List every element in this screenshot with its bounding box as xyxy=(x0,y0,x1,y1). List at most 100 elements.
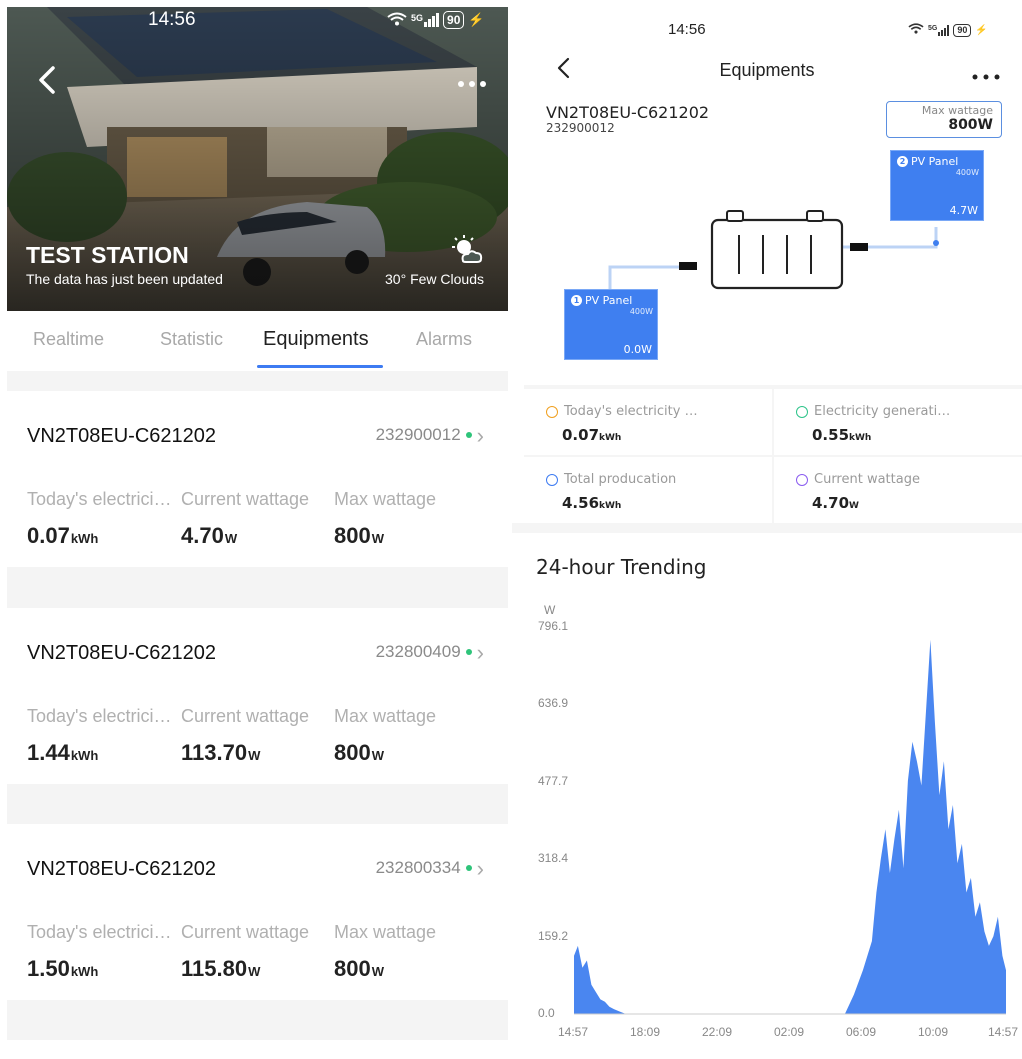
current-wattage-label: Current wattage xyxy=(181,489,310,509)
today-electricity-value: 0.07kWh xyxy=(27,523,98,549)
tab-realtime[interactable]: Realtime xyxy=(33,329,104,350)
chevron-left-icon xyxy=(39,66,55,94)
panel-name-text: PV Panel xyxy=(911,155,959,168)
equipment-card[interactable]: VN2T08EU-C621202 232800334 › Today's ele… xyxy=(7,824,508,1000)
inverter-icon xyxy=(710,210,844,290)
today-electricity-value: 1.44kWh xyxy=(27,740,98,766)
more-button[interactable] xyxy=(457,75,487,93)
tab-bar: Realtime Statistic Equipments Alarms xyxy=(7,311,508,371)
stat-label-row: Electricity generati… xyxy=(796,404,950,419)
stat-label: Current wattage xyxy=(814,472,920,487)
today-electricity-label: Today's electrici… xyxy=(27,922,172,942)
wifi-icon xyxy=(908,23,924,37)
value-number: 4.56 xyxy=(562,494,600,512)
back-button[interactable] xyxy=(37,65,57,100)
current-wattage-label: Current wattage xyxy=(181,922,310,942)
connector-1 xyxy=(679,262,697,270)
pv-panel-name: 2 PV Panel xyxy=(897,155,958,168)
pv-panel-1[interactable]: 1 PV Panel 400W 0.0W xyxy=(564,289,658,360)
current-wattage-value: 4.70W xyxy=(181,523,237,549)
pv-panel-value: 0.0W xyxy=(623,343,652,356)
equipment-serial-row: 232800409 › xyxy=(375,641,484,663)
online-status-dot xyxy=(465,649,472,655)
signal-icon: 5G xyxy=(928,24,950,36)
network-label: 5G xyxy=(928,24,938,32)
stat-electricity-generation: Electricity generati… 0.55kWh xyxy=(774,389,1022,455)
today-electricity-label: Today's electrici… xyxy=(27,489,172,509)
equipment-model: VN2T08EU-C621202 xyxy=(27,642,216,664)
status-icons: 5G 90 ⚡ xyxy=(387,11,485,29)
pv-panel-2[interactable]: 2 PV Panel 400W 4.7W xyxy=(890,150,984,221)
stat-label-row: Total producation xyxy=(546,472,676,487)
panel-index-badge: 1 xyxy=(571,295,582,306)
value-unit: kWh xyxy=(599,433,622,443)
junction-dot xyxy=(933,240,939,246)
more-button[interactable] xyxy=(972,67,1000,85)
station-screen: 14:56 5G 90 ⚡ TEST STATION The data has … xyxy=(7,7,508,1059)
sun-icon xyxy=(546,405,558,418)
equipment-model: VN2T08EU-C621202 xyxy=(27,858,216,880)
status-icons: 5G 90 ⚡ xyxy=(908,23,988,37)
value-number: 1.50 xyxy=(27,956,70,981)
equipment-serial: 232800409 xyxy=(375,642,461,661)
stat-total-production: Total producation 4.56kWh xyxy=(524,457,772,523)
equipment-detail-screen: 14:56 5G 90 ⚡ Equipments VN2T08EU-C62120… xyxy=(512,7,1022,1059)
device-model: VN2T08EU-C621202 xyxy=(546,103,710,122)
equipment-card[interactable]: VN2T08EU-C621202 232900012 › Today's ele… xyxy=(7,391,508,567)
pv-panel-rated: 400W xyxy=(955,168,979,177)
value-unit: kWh xyxy=(70,964,99,979)
value-number: 800 xyxy=(334,740,371,765)
value-unit: W xyxy=(248,964,261,979)
charging-icon: ⚡ xyxy=(468,12,485,27)
equipment-serial: 232900012 xyxy=(375,425,461,444)
stat-current-wattage: Current wattage 4.70W xyxy=(774,457,1022,523)
stat-today-electricity: Today's electricity … 0.07kWh xyxy=(524,389,772,455)
pv-panel-name: 1 PV Panel xyxy=(571,294,632,307)
status-time: 14:56 xyxy=(668,21,706,38)
battery-indicator: 90 xyxy=(443,11,465,29)
panel-name-text: PV Panel xyxy=(585,294,633,307)
weather-text: 30° Few Clouds xyxy=(385,271,484,287)
value-number: 0.07 xyxy=(27,523,70,548)
active-tab-indicator xyxy=(257,365,383,368)
equipment-serial: 232800334 xyxy=(375,858,461,877)
value-number: 4.70 xyxy=(812,494,850,512)
tab-statistic[interactable]: Statistic xyxy=(160,329,223,350)
value-unit: W xyxy=(371,748,384,763)
signal-icon: 5G xyxy=(411,13,440,27)
current-wattage-value: 113.70W xyxy=(181,740,260,766)
value-number: 113.70 xyxy=(181,740,248,765)
trend-title: 24-hour Trending xyxy=(536,555,707,579)
value-number: 800 xyxy=(334,956,371,981)
max-wattage-label: Max wattage xyxy=(334,489,437,509)
equipment-serial-row: 232900012 › xyxy=(375,422,484,448)
value-number: 4.70 xyxy=(181,523,224,548)
pv-panel-rated: 400W xyxy=(629,307,653,316)
stat-label-row: Current wattage xyxy=(796,472,920,487)
value-unit: W xyxy=(849,501,859,511)
max-wattage-value: 800W xyxy=(948,117,993,133)
chevron-right-icon: › xyxy=(476,422,484,448)
value-unit: W xyxy=(371,964,384,979)
value-unit: W xyxy=(248,748,261,763)
section-divider xyxy=(512,523,1022,533)
stat-value: 0.07kWh xyxy=(562,426,621,444)
tab-alarms[interactable]: Alarms xyxy=(416,329,472,350)
charging-icon: ⚡ xyxy=(975,24,988,36)
stat-label: Electricity generati… xyxy=(814,404,951,419)
equipment-card[interactable]: VN2T08EU-C621202 232800409 › Today's ele… xyxy=(7,608,508,784)
tab-equipments[interactable]: Equipments xyxy=(263,328,369,351)
stats-grid: Today's electricity … 0.07kWh Electricit… xyxy=(524,385,1022,523)
max-wattage-box: Max wattage 800W xyxy=(886,101,1002,138)
current-wattage-value: 115.80W xyxy=(181,956,260,982)
connector-2 xyxy=(850,243,868,251)
equipment-model: VN2T08EU-C621202 xyxy=(27,425,216,447)
pv-panel-value: 4.7W xyxy=(949,204,978,217)
value-unit: kWh xyxy=(70,748,99,763)
stat-label: Total producation xyxy=(564,472,677,487)
weather-icon xyxy=(449,235,483,270)
value-number: 0.55 xyxy=(812,426,850,444)
network-label: 5G xyxy=(411,13,424,23)
pie-icon xyxy=(796,473,808,486)
more-dots-icon xyxy=(972,74,1000,80)
